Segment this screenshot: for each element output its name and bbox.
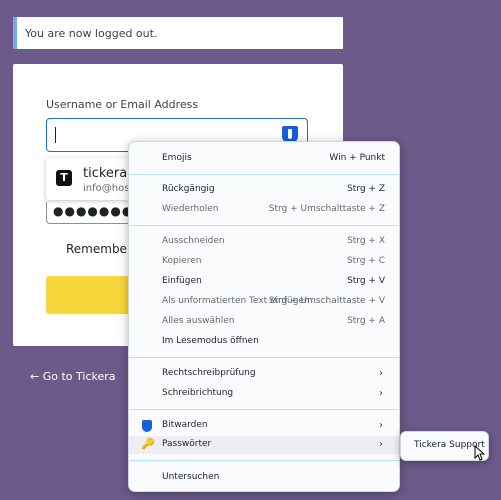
menu-item-undo[interactable]: Rückgängig Strg + Z <box>129 181 399 199</box>
menu-item-redo[interactable]: Wiederholen Strg + Umschalttaste + Z <box>129 201 399 219</box>
menu-separator <box>129 460 399 461</box>
menu-separator <box>129 409 399 410</box>
autofill-username: info@hos <box>83 183 130 194</box>
menu-item-passwords[interactable]: 🔑 Passwörter › <box>129 436 399 454</box>
chevron-right-icon: › <box>379 388 383 399</box>
mouse-cursor-icon <box>474 445 486 461</box>
chevron-right-icon: › <box>379 439 383 450</box>
context-menu: Emojis Win + Punkt Rückgängig Strg + Z W… <box>128 141 400 492</box>
menu-separator <box>129 357 399 358</box>
password-input[interactable]: ●●●●●●●●● <box>46 202 141 224</box>
menu-item-copy[interactable]: Kopieren Strg + C <box>129 253 399 271</box>
login-button[interactable] <box>46 276 141 314</box>
menu-item-inspect[interactable]: Untersuchen <box>129 469 399 487</box>
text-caret <box>55 127 56 143</box>
key-icon: 🔑 <box>141 437 155 450</box>
menu-item-paste-plain-text[interactable]: Als unformatierten Text einfügen Strg + … <box>129 293 399 311</box>
menu-separator <box>129 174 399 175</box>
username-label: Username or Email Address <box>46 98 199 111</box>
chevron-right-icon: › <box>379 420 383 431</box>
logout-notice: You are now logged out. <box>13 17 343 49</box>
menu-item-emojis[interactable]: Emojis Win + Punkt <box>129 150 399 168</box>
menu-item-writing-direction[interactable]: Schreibrichtung › <box>129 385 399 403</box>
menu-item-paste[interactable]: Einfügen Strg + V <box>129 273 399 291</box>
menu-item-spellcheck[interactable]: Rechtschreibprüfung › <box>129 365 399 383</box>
site-logo-icon: T <box>56 170 72 186</box>
logout-notice-text: You are now logged out. <box>25 27 158 40</box>
menu-separator <box>129 225 399 226</box>
menu-item-reading-mode[interactable]: Im Lesemodus öffnen <box>129 333 399 351</box>
menu-item-bitwarden[interactable]: Bitwarden › <box>129 417 399 435</box>
bitwarden-icon <box>142 420 152 432</box>
menu-item-cut[interactable]: Ausschneiden Strg + X <box>129 233 399 251</box>
menu-item-select-all[interactable]: Alles auswählen Strg + A <box>129 313 399 331</box>
go-to-site-link[interactable]: ← Go to Tickera <box>30 370 116 383</box>
chevron-right-icon: › <box>379 368 383 379</box>
